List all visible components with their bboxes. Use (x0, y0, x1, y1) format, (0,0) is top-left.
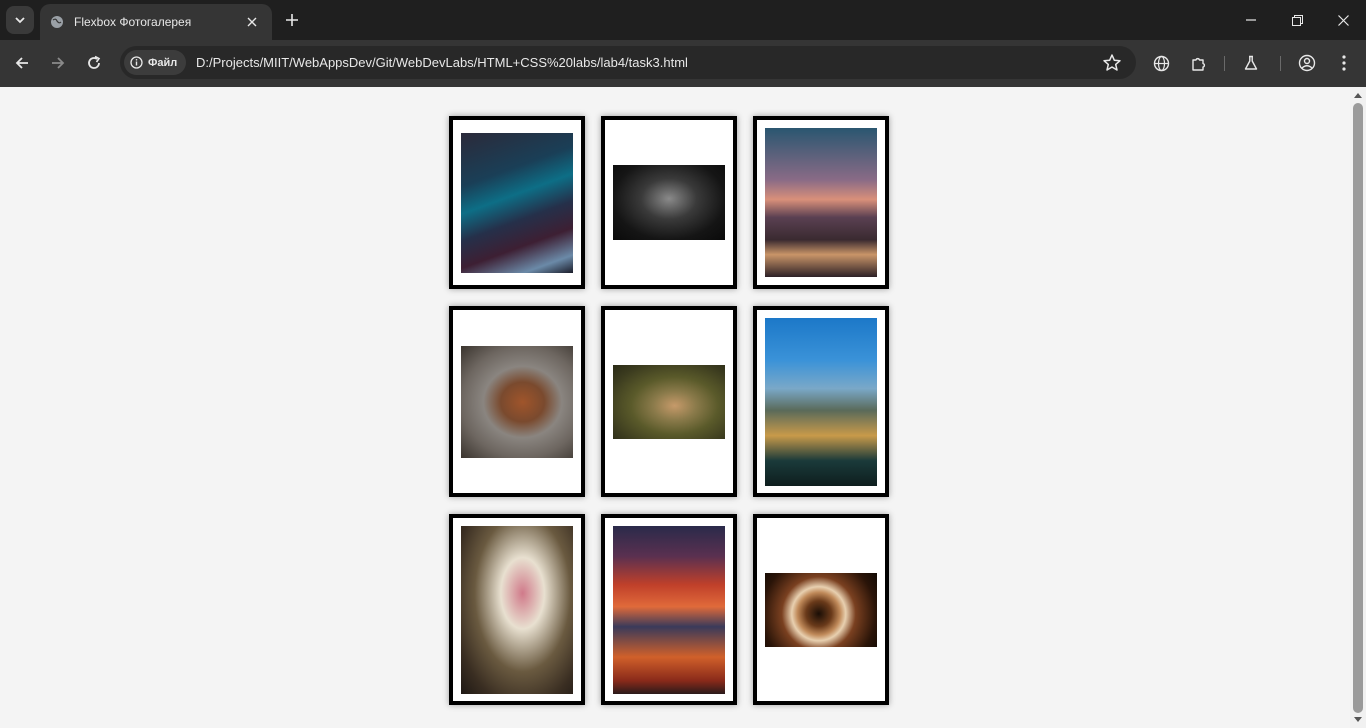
gallery-photo (461, 525, 573, 694)
browser-toolbar: Файл D:/Projects/MIIT/WebAppsDev/Git/Web… (0, 40, 1366, 87)
gallery-photo (613, 165, 725, 240)
star-icon[interactable] (1102, 53, 1122, 73)
gallery-card (449, 306, 585, 497)
title-bar: Flexbox Фотогалерея (0, 0, 1366, 40)
restore-button[interactable] (1274, 0, 1320, 40)
gallery-card (601, 116, 737, 289)
close-icon (247, 17, 257, 27)
minimize-button[interactable] (1228, 0, 1274, 40)
gallery-photo (461, 132, 573, 273)
toolbar-separator (1224, 56, 1225, 71)
reload-icon (88, 55, 101, 69)
menu-icon (1342, 55, 1346, 71)
tab-title: Flexbox Фотогалерея (74, 15, 192, 29)
back-icon (15, 57, 28, 69)
translate-button[interactable] (1147, 49, 1175, 77)
translate-icon (1153, 55, 1169, 71)
site-info-chip[interactable]: Файл (124, 50, 186, 75)
forward-button[interactable] (44, 49, 72, 77)
gallery-photo (765, 572, 877, 647)
gallery-photo (765, 128, 877, 277)
profile-icon (1298, 54, 1316, 72)
scroll-up-arrow[interactable] (1354, 93, 1362, 98)
labs-button[interactable] (1237, 49, 1265, 77)
gallery-card (753, 514, 889, 705)
gallery-photo (461, 345, 573, 458)
scrollbar-thumb[interactable] (1353, 103, 1363, 713)
tab-search-button[interactable] (6, 6, 34, 34)
gallery-photo (613, 525, 725, 694)
extensions-icon (1191, 57, 1205, 71)
plus-icon (286, 14, 298, 26)
page-viewport (0, 87, 1350, 728)
gallery-photo (613, 364, 725, 439)
gallery-card (753, 306, 889, 497)
tab-close-button[interactable] (242, 12, 262, 32)
toolbar-separator (1280, 56, 1281, 71)
scroll-down-arrow[interactable] (1354, 717, 1362, 722)
info-icon (130, 56, 143, 69)
photo-gallery (449, 116, 889, 705)
gallery-card (601, 514, 737, 705)
gallery-card (449, 514, 585, 705)
profile-button[interactable] (1293, 49, 1321, 77)
labs-icon (1244, 55, 1258, 70)
site-chip-label: Файл (148, 56, 178, 69)
vertical-scrollbar[interactable] (1350, 87, 1366, 728)
restore-icon (1291, 14, 1303, 26)
reload-button[interactable] (80, 49, 108, 77)
extensions-button[interactable] (1184, 49, 1212, 77)
new-tab-button[interactable] (280, 8, 304, 32)
minimize-icon (1246, 19, 1256, 21)
menu-button[interactable] (1330, 49, 1358, 77)
gallery-photo (765, 317, 877, 486)
close-icon (1337, 14, 1349, 26)
forward-icon (52, 57, 65, 69)
close-window-button[interactable] (1320, 0, 1366, 40)
address-bar[interactable]: Файл D:/Projects/MIIT/WebAppsDev/Git/Web… (120, 46, 1136, 79)
browser-tab[interactable]: Flexbox Фотогалерея (40, 4, 272, 40)
url-text[interactable]: D:/Projects/MIIT/WebAppsDev/Git/WebDevLa… (196, 55, 688, 70)
gallery-card (601, 306, 737, 497)
chevron-down-icon (15, 17, 25, 24)
gallery-card (753, 116, 889, 289)
globe-icon (51, 16, 63, 28)
back-button[interactable] (8, 49, 36, 77)
gallery-card (449, 116, 585, 289)
